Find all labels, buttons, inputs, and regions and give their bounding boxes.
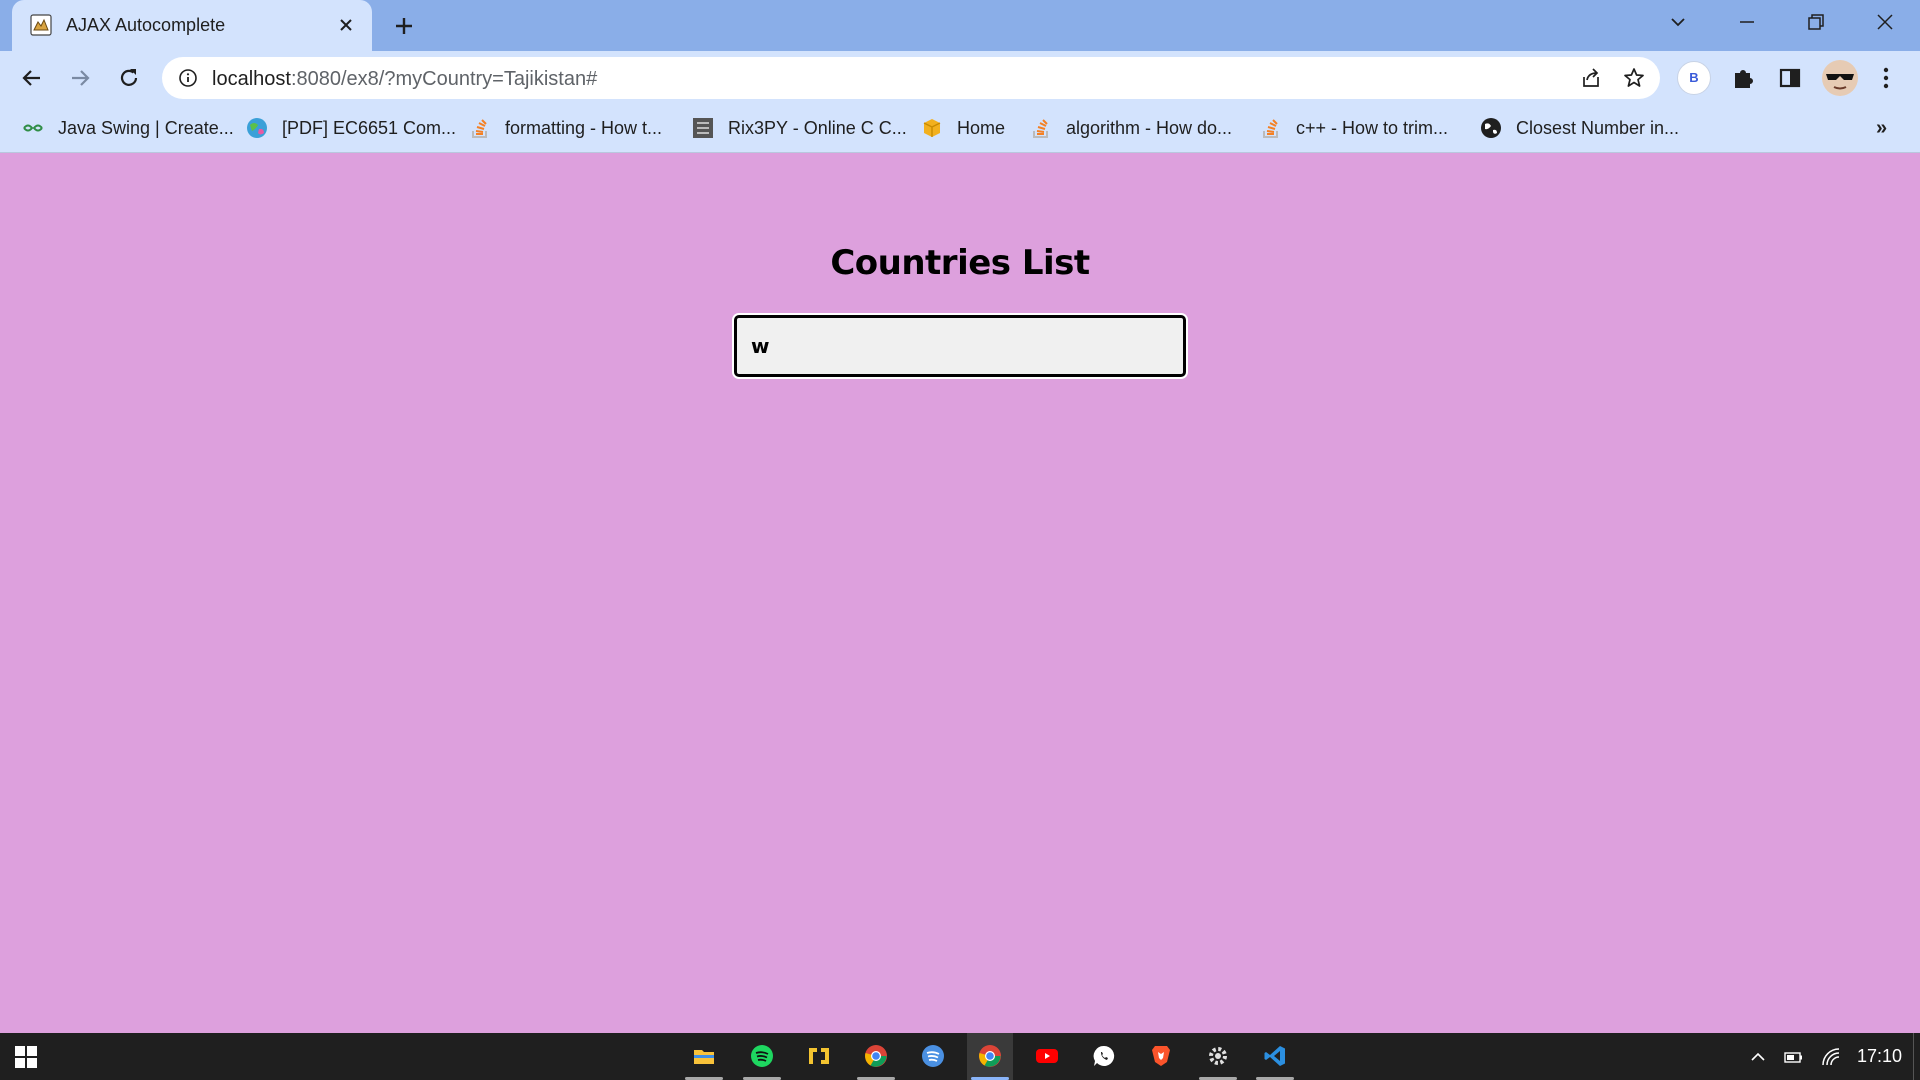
url-path: :8080/ex8/?myCountry=Tajikistan# [290,68,598,90]
forward-icon[interactable] [67,65,93,91]
windows-start-icon[interactable] [14,1045,38,1069]
bookmark-item[interactable]: formatting - How t... [469,115,662,141]
taskbar-vscode[interactable] [1252,1033,1298,1080]
tab-title: AJAX Autocomplete [66,15,226,35]
bookmark-star-icon[interactable] [1622,66,1646,90]
profile-avatar-icon [1822,60,1858,96]
bookmark-label: [PDF] EC6651 Com... [282,117,457,138]
youtube-icon [1036,1049,1058,1063]
extension-b-button[interactable]: B [1677,61,1711,95]
taskbar-youtube[interactable] [1024,1033,1070,1080]
brave-icon [1152,1046,1170,1066]
bookmark-item[interactable]: algorithm - How do... [1030,115,1232,141]
bookmark-label: c++ - How to trim... [1296,117,1449,138]
url-text[interactable]: localhost:8080/ex8/?myCountry=Tajikistan… [212,68,597,91]
bookmark-item[interactable]: Java Swing | Create... [22,115,234,141]
spotify-blue-icon [922,1045,944,1067]
back-icon[interactable] [19,65,45,91]
bookmarks-bar: Java Swing | Create... [PDF] EC6651 Com.… [0,105,1920,153]
bookmark-label: Rix3PY - Online C C... [728,117,907,138]
more-menu-icon[interactable] [1872,64,1900,92]
geeksforgeeks-icon [23,124,43,132]
bookmark-label: formatting - How t... [505,117,663,138]
windows-taskbar: 17:10 [0,1033,1920,1080]
show-desktop-button[interactable] [1913,1033,1920,1080]
taskbar-brave[interactable] [1138,1033,1184,1080]
avatar[interactable] [1822,60,1858,96]
extensions-puzzle-icon[interactable] [1729,64,1757,92]
app-yellow-icon [809,1048,829,1064]
bookmarks-overflow-button[interactable]: » [1876,117,1887,140]
bookmark-item[interactable]: Rix3PY - Online C C... [692,115,907,141]
taskbar-clock[interactable]: 17:10 [1857,1046,1902,1067]
tab-search-chevron-icon[interactable] [1666,10,1690,34]
page-title: Countries List [830,243,1090,283]
stackoverflow-icon [1263,119,1278,138]
browser-toolbar: localhost:8080/ex8/?myCountry=Tajikistan… [0,51,1920,105]
chrome-icon [979,1045,1001,1067]
box-icon [923,119,941,137]
country-search-input[interactable] [734,315,1186,377]
new-tab-icon[interactable] [392,14,416,38]
address-bar[interactable]: localhost:8080/ex8/?myCountry=Tajikistan… [162,57,1660,99]
close-tab-icon[interactable] [336,15,356,35]
bookmark-label: Java Swing | Create... [58,117,234,138]
url-host: localhost [212,68,291,90]
wifi-icon[interactable] [1820,1046,1842,1068]
show-hidden-icons-chevron-icon[interactable] [1747,1046,1769,1068]
tomcat-icon [30,14,52,36]
bookmark-item[interactable]: Closest Number in... [1480,115,1679,141]
close-window-icon[interactable] [1873,10,1897,34]
side-panel-icon[interactable] [1776,64,1804,92]
vscode-icon [1264,1046,1285,1066]
share-icon[interactable] [1580,67,1602,89]
restore-icon[interactable] [1804,10,1828,34]
spotify-icon [751,1045,773,1067]
bookmark-label: algorithm - How do... [1066,117,1233,138]
whatsapp-icon [1093,1045,1115,1066]
globe-icon [1481,118,1501,138]
globe-colorful-icon [247,118,267,138]
page-content: Countries List [0,153,1920,1033]
bookmark-label: Closest Number in... [1516,117,1680,138]
chrome-icon [865,1045,887,1067]
taskbar-settings[interactable] [1195,1033,1241,1080]
settings-icon [1209,1047,1227,1065]
bookmark-item[interactable]: [PDF] EC6651 Com... [246,115,456,141]
reload-icon[interactable] [116,65,142,91]
taskbar-whatsapp[interactable] [1081,1033,1127,1080]
battery-icon[interactable] [1782,1046,1804,1068]
minimize-icon[interactable] [1735,10,1759,34]
stackoverflow-icon [472,119,487,138]
site-info-icon[interactable] [178,68,198,88]
taskbar-chrome-active[interactable] [967,1033,1013,1080]
taskbar-chrome[interactable] [853,1033,899,1080]
browser-titlebar: AJAX Autocomplete [0,0,1920,51]
taskbar-yellow-app[interactable] [796,1033,842,1080]
bookmark-label: Home [957,117,1006,138]
bookmark-item[interactable]: c++ - How to trim... [1260,115,1448,141]
ideone-icon [693,118,713,138]
taskbar-spotify-alt[interactable] [910,1033,956,1080]
stackoverflow-icon [1033,119,1048,138]
file-explorer-icon [694,1050,714,1064]
browser-tab[interactable]: AJAX Autocomplete [12,0,372,51]
taskbar-spotify[interactable] [739,1033,785,1080]
taskbar-file-explorer[interactable] [681,1033,727,1080]
bookmark-item[interactable]: Home [921,115,1005,141]
